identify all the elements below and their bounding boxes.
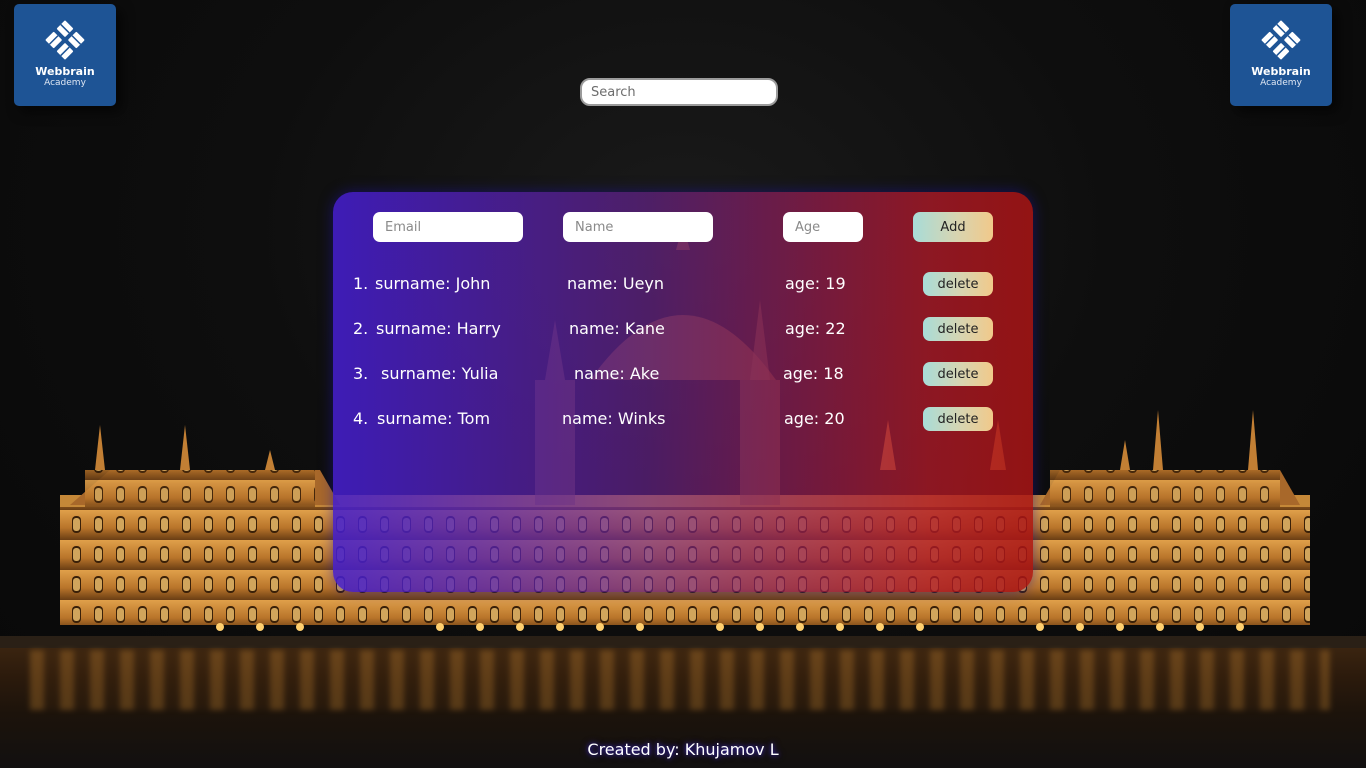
age-field[interactable]: [783, 212, 863, 242]
list-item: 2. surname: Harry name: Kane age: 22 del…: [333, 317, 1033, 341]
row-age: age: 20: [784, 409, 845, 428]
row-surname: surname: Harry: [376, 319, 501, 338]
webbrain-logo-icon: [1261, 20, 1301, 60]
row-name: name: Winks: [562, 409, 666, 428]
logo-title: Webbrain: [1251, 65, 1311, 78]
add-button[interactable]: Add: [913, 212, 993, 242]
name-field[interactable]: [563, 212, 713, 242]
water-reflection: [30, 650, 1330, 710]
delete-button[interactable]: delete: [923, 407, 993, 431]
delete-button[interactable]: delete: [923, 362, 993, 386]
row-age: age: 22: [785, 319, 846, 338]
list-item: 1. surname: John name: Ueyn age: 19 dele…: [333, 272, 1033, 296]
webbrain-logo-right[interactable]: Webbrain Academy: [1230, 0, 1338, 106]
delete-button[interactable]: delete: [923, 317, 993, 341]
row-surname: surname: Tom: [377, 409, 491, 428]
footer-credit: Created by: Khujamov L: [587, 740, 779, 759]
webbrain-logo-left[interactable]: Webbrain Academy: [14, 0, 122, 106]
delete-button[interactable]: delete: [923, 272, 993, 296]
logo-subtitle: Academy: [44, 78, 86, 88]
webbrain-logo-icon: [45, 20, 85, 60]
row-number: 2.: [353, 319, 369, 338]
search-input[interactable]: [580, 78, 778, 106]
row-surname: surname: Yulia: [381, 364, 499, 383]
logo-title: Webbrain: [35, 65, 95, 78]
logo-subtitle: Academy: [1260, 78, 1302, 88]
row-number: 4.: [353, 409, 369, 428]
users-panel: Add 1. surname: John name: Ueyn age: 19 …: [333, 192, 1033, 592]
list-item: 3. surname: Yulia name: Ake age: 18 dele…: [333, 362, 1033, 386]
list-item: 4. surname: Tom name: Winks age: 20 dele…: [333, 407, 1033, 431]
row-name: name: Kane: [569, 319, 665, 338]
row-number: 3.: [353, 364, 369, 383]
row-name: name: Ueyn: [567, 274, 665, 293]
row-age: age: 18: [783, 364, 844, 383]
row-surname: surname: John: [375, 274, 491, 293]
row-name: name: Ake: [574, 364, 660, 383]
email-field[interactable]: [373, 212, 523, 242]
row-number: 1.: [353, 274, 369, 293]
row-age: age: 19: [785, 274, 846, 293]
